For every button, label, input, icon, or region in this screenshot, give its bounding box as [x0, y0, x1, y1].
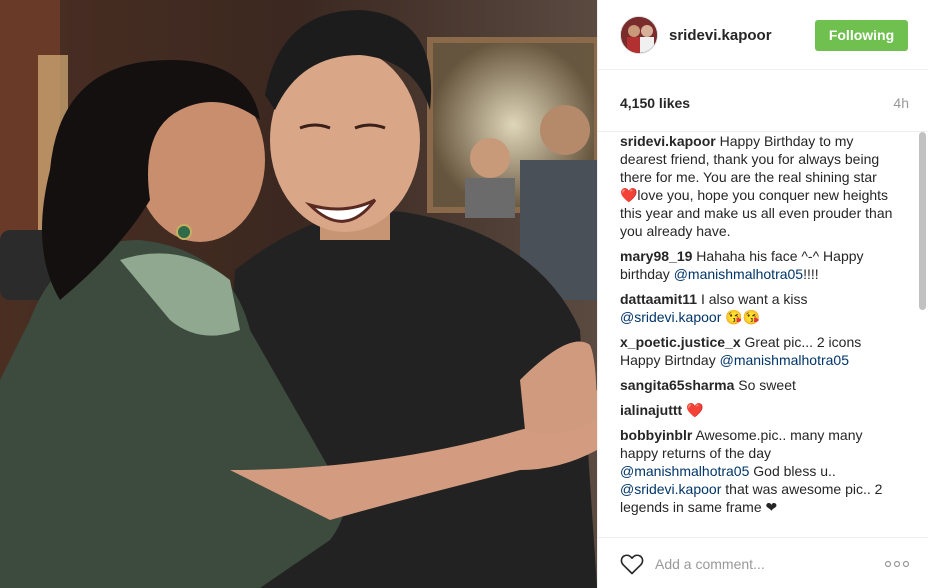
comment-item: bobbyinblr Awesome.pic.. many many happy… [620, 426, 894, 516]
comment-author[interactable]: sangita65sharma [620, 377, 734, 393]
scrollbar-thumb[interactable] [919, 132, 926, 310]
comment-author[interactable]: x_poetic.justice_x [620, 334, 741, 350]
heart-outline-icon[interactable] [620, 553, 644, 575]
comment-item: x_poetic.justice_x Great pic... 2 icons … [620, 333, 894, 369]
comment-text: So sweet [738, 377, 796, 393]
comment-mention[interactable]: @manishmalhotra05 [620, 463, 749, 479]
comment-author[interactable]: mary98_19 [620, 248, 692, 264]
post-photo[interactable] [0, 0, 597, 588]
more-options-icon[interactable] [885, 560, 909, 568]
comment-text-after: 😘😘 [721, 309, 761, 325]
avatar[interactable] [620, 16, 658, 54]
comment-text: I also want a kiss [700, 291, 808, 307]
comment-item: ialinajuttt ❤️ [620, 401, 894, 419]
add-comment-input[interactable] [655, 551, 875, 577]
post-timestamp[interactable]: 4h [893, 95, 909, 111]
comment-mention[interactable]: @sridevi.kapoor [620, 481, 721, 497]
caption: sridevi.kapoor Happy Birthday to my dear… [620, 132, 894, 240]
comment-item: mary98_19 Hahaha his face ^-^ Happy birt… [620, 247, 894, 283]
username-link[interactable]: sridevi.kapoor [669, 27, 772, 44]
likes-count[interactable]: 4,150 likes [620, 95, 690, 111]
comment-scrollbar[interactable] [919, 132, 926, 528]
comment-item: dattaamit11 I also want a kiss @sridevi.… [620, 290, 894, 326]
comment-author[interactable]: sridevi.kapoor [620, 133, 716, 149]
comment-mention[interactable]: @manishmalhotra05 [720, 352, 849, 368]
comment-item: sangita65sharma So sweet [620, 376, 894, 394]
comment-mention[interactable]: @manishmalhotra05 [674, 266, 803, 282]
post-header: sridevi.kapoor Following [598, 0, 928, 70]
post-meta: 4,150 likes 4h [598, 70, 928, 132]
avatar-image [621, 17, 657, 53]
comment-list[interactable]: sridevi.kapoor Happy Birthday to my dear… [598, 132, 919, 528]
photo-illustration [0, 0, 597, 588]
comment-text-after: !!!! [803, 266, 819, 282]
comment-text: ❤️ [686, 402, 704, 418]
post-footer [598, 537, 928, 588]
instagram-post: sridevi.kapoor Following 4,150 likes 4h … [0, 0, 928, 588]
comment-author[interactable]: dattaamit11 [620, 291, 697, 307]
comment-author[interactable]: ialinajuttt [620, 402, 682, 418]
comment-mention[interactable]: @sridevi.kapoor [620, 309, 721, 325]
comment-text-after: God bless u.. [749, 463, 836, 479]
post-sidebar: sridevi.kapoor Following 4,150 likes 4h … [597, 0, 928, 588]
following-button[interactable]: Following [815, 20, 908, 51]
comment-author[interactable]: bobbyinblr [620, 427, 692, 443]
